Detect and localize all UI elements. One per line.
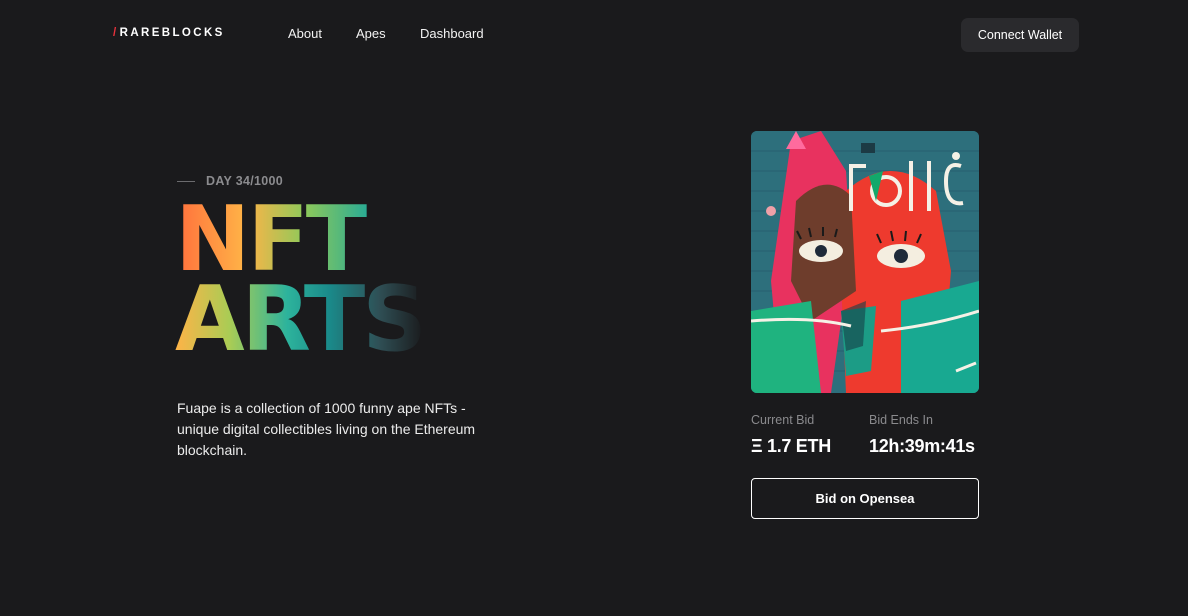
current-bid-value: Ξ 1.7 ETH bbox=[751, 436, 831, 456]
day-label: DAY 34/1000 bbox=[206, 174, 283, 188]
connect-wallet-button[interactable]: Connect Wallet bbox=[961, 18, 1079, 52]
hero-description: Fuape is a collection of 1000 funny ape … bbox=[177, 400, 476, 458]
nav-item-about[interactable]: About bbox=[288, 26, 322, 41]
bid-on-opensea-button[interactable]: Bid on Opensea bbox=[751, 478, 979, 519]
hero-title-line2: ARTS bbox=[175, 267, 427, 372]
nft-artwork-image bbox=[751, 131, 979, 393]
bid-ends-label: Bid Ends In bbox=[869, 413, 933, 427]
brand-name: RAREBLOCKS bbox=[119, 27, 225, 39]
current-bid-label: Current Bid bbox=[751, 413, 815, 427]
day-divider bbox=[177, 180, 195, 182]
nav-item-apes[interactable]: Apes bbox=[356, 26, 386, 41]
nav-item-dashboard[interactable]: Dashboard bbox=[420, 26, 484, 41]
day-counter: DAY 34/1000 bbox=[177, 174, 283, 188]
brand-logo[interactable]: /RAREBLOCKS bbox=[113, 27, 225, 39]
bid-ends-countdown: 12h:39m:41s bbox=[869, 436, 975, 456]
brand-slash: / bbox=[113, 27, 119, 39]
hero-title: NFT ARTS bbox=[175, 195, 427, 372]
